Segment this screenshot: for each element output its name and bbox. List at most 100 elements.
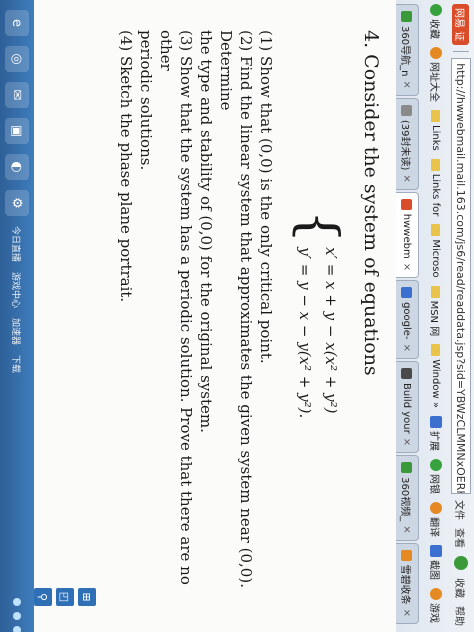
browser-tab[interactable]: 360导航_n × bbox=[396, 4, 419, 96]
brace-symbol: { bbox=[288, 210, 348, 244]
taskbar: e ◎ ✉ ▣ ◐ ⚙ 今日直播 游戏中心 加速器 下载 bbox=[0, 0, 34, 632]
fit-page-button[interactable]: ⊞ bbox=[78, 588, 96, 606]
problem-heading: 4. Consider the system of equations bbox=[360, 30, 382, 376]
tray-network-icon[interactable] bbox=[13, 598, 21, 606]
tab-favicon-icon bbox=[401, 462, 413, 474]
menu-help[interactable]: 帮助 bbox=[454, 606, 469, 626]
favorite-label: 截图 bbox=[428, 559, 440, 580]
star-icon bbox=[430, 4, 442, 16]
tab-label: 360导航_n bbox=[399, 26, 411, 77]
favorite-label: MSN 网 bbox=[428, 300, 440, 337]
game-icon bbox=[430, 587, 442, 600]
favorite-item[interactable]: 网银 bbox=[428, 458, 444, 494]
taskbar-live[interactable]: 今日直播 bbox=[11, 226, 24, 262]
browser-tab[interactable]: 360视频_ × bbox=[396, 455, 419, 541]
folder-icon bbox=[431, 224, 441, 237]
tab-favicon-icon bbox=[401, 287, 413, 299]
favorite-item[interactable]: Links bbox=[431, 110, 442, 151]
taskbar-app-settings[interactable]: ⚙ bbox=[5, 190, 29, 216]
favorite-item[interactable]: Microso bbox=[431, 224, 442, 278]
favorite-label: Window » bbox=[430, 359, 442, 408]
folder-icon bbox=[431, 158, 441, 171]
browser-tab[interactable]: 雪碧收条 × bbox=[396, 542, 419, 624]
browser-tab[interactable]: Build your × bbox=[396, 360, 419, 454]
zoom-in-button[interactable]: ⚲ bbox=[34, 588, 52, 606]
account-icon[interactable] bbox=[454, 556, 468, 570]
problem-parts: (1) Show that (0,0) is the only critical… bbox=[116, 30, 276, 620]
favorite-label: 游戏 bbox=[428, 602, 440, 623]
taskbar-app-mail[interactable]: ✉ bbox=[5, 82, 29, 108]
address-bar-row: 网易 证 http://hwwebmail.mail.163.com/js6/r… bbox=[448, 0, 474, 632]
part-2: (2) Find the linear system that approxim… bbox=[217, 30, 255, 588]
rotated-screen: 网易 证 http://hwwebmail.mail.163.com/js6/r… bbox=[0, 0, 474, 632]
tab-favicon-icon bbox=[401, 367, 413, 379]
close-icon[interactable]: × bbox=[402, 438, 413, 446]
site-security-badge[interactable]: 网易 证 bbox=[452, 4, 470, 46]
extension-icon bbox=[430, 415, 442, 428]
tab-label: hwwebm bbox=[401, 213, 413, 259]
tab-strip: 360导航_n × (39封未读) × hwwebm × google- × Build you… bbox=[396, 0, 424, 632]
tab-favicon-icon bbox=[401, 549, 413, 561]
globe-icon bbox=[430, 47, 442, 59]
close-icon[interactable]: × bbox=[402, 80, 413, 88]
email-content: 4. Consider the system of equations { x′… bbox=[0, 0, 396, 632]
folder-icon bbox=[431, 344, 441, 357]
tab-favicon-icon bbox=[401, 104, 413, 116]
taskbar-game-center[interactable]: 游戏中心 bbox=[11, 272, 24, 308]
favorite-label: 扩展 bbox=[428, 430, 440, 451]
tray-volume-icon[interactable] bbox=[13, 612, 21, 620]
equation-y-prime: y′ = y − x − y(x² + y²). bbox=[296, 247, 314, 419]
taskbar-app-window[interactable]: ▣ bbox=[5, 118, 29, 144]
taskbar-app-chrome[interactable]: ◐ bbox=[5, 154, 29, 180]
window-button[interactable]: ◰ bbox=[56, 588, 74, 606]
tab-label: (39封未读) bbox=[399, 119, 411, 171]
favorite-item[interactable]: 翻译 bbox=[428, 501, 444, 537]
system-tray bbox=[13, 598, 21, 632]
browser-menu: 文件 查看 收藏 帮助 bbox=[454, 494, 469, 632]
browser-chrome: 网易 证 http://hwwebmail.mail.163.com/js6/r… bbox=[395, 0, 474, 632]
favorite-label: Links bbox=[430, 125, 442, 151]
favorite-item[interactable]: Window » bbox=[431, 344, 442, 408]
favorite-label: 网址大全 bbox=[428, 62, 440, 102]
favorite-label: 收藏 bbox=[428, 19, 440, 39]
menu-view[interactable]: 查看 bbox=[454, 528, 469, 548]
favorite-label: 网银 bbox=[428, 473, 440, 494]
favorite-item[interactable]: 网址大全 bbox=[429, 47, 444, 102]
part-1: (1) Show that (0,0) is the only critical… bbox=[257, 30, 275, 364]
close-icon[interactable]: × bbox=[402, 344, 413, 352]
browser-tab[interactable]: (39封未读) × bbox=[396, 97, 419, 190]
taskbar-app-360[interactable]: ◎ bbox=[5, 46, 29, 72]
close-icon[interactable]: × bbox=[402, 609, 413, 617]
tab-favicon-icon bbox=[401, 11, 413, 22]
menu-file[interactable]: 文件 bbox=[454, 500, 469, 520]
favorite-item[interactable]: 扩展 bbox=[428, 415, 444, 451]
taskbar-app-browser[interactable]: e bbox=[5, 10, 29, 36]
part-2-continued: the type and stability of (0,0) for the … bbox=[197, 30, 215, 433]
tab-label: 雪碧收条 bbox=[399, 564, 411, 605]
favorite-label: 翻译 bbox=[428, 516, 440, 537]
close-icon[interactable]: × bbox=[402, 174, 413, 182]
tab-label: 360视频_ bbox=[399, 477, 411, 522]
equation-x-prime: x′ = x + y − x(x² + y²) bbox=[322, 247, 340, 414]
url-input[interactable]: http://hwwebmail.mail.163.com/js6/read/r… bbox=[451, 58, 471, 494]
favorites-bar: 收藏网址大全 Links Links for Microso MSN 网 Window »… bbox=[424, 0, 448, 632]
folder-icon bbox=[431, 110, 441, 122]
menu-favorites[interactable]: 收藏 bbox=[454, 578, 469, 598]
favorite-item[interactable]: MSN 网 bbox=[428, 285, 444, 337]
taskbar-download[interactable]: 下载 bbox=[11, 355, 24, 373]
equation-system: { x′ = x + y − x(x² + y²) y′ = y − x − y… bbox=[288, 210, 348, 419]
favorite-item[interactable]: 截图 bbox=[428, 544, 444, 580]
divider bbox=[453, 51, 469, 53]
browser-tab[interactable]: hwwebm × bbox=[396, 191, 419, 279]
tab-label: google- bbox=[401, 302, 413, 340]
favorite-item[interactable]: Links for bbox=[431, 158, 442, 216]
close-icon[interactable]: × bbox=[402, 525, 413, 533]
part-3-continued: periodic solutions. bbox=[137, 30, 155, 171]
favorite-item[interactable]: 游戏 bbox=[428, 587, 444, 623]
close-icon[interactable]: × bbox=[402, 263, 413, 271]
part-4: (4) Sketch the phase plane portrait. bbox=[117, 30, 135, 303]
taskbar-accelerator[interactable]: 加速器 bbox=[11, 318, 24, 345]
favorite-item[interactable]: 收藏 bbox=[429, 4, 444, 39]
tray-security-icon[interactable] bbox=[13, 626, 21, 632]
browser-tab[interactable]: google- × bbox=[396, 280, 419, 359]
